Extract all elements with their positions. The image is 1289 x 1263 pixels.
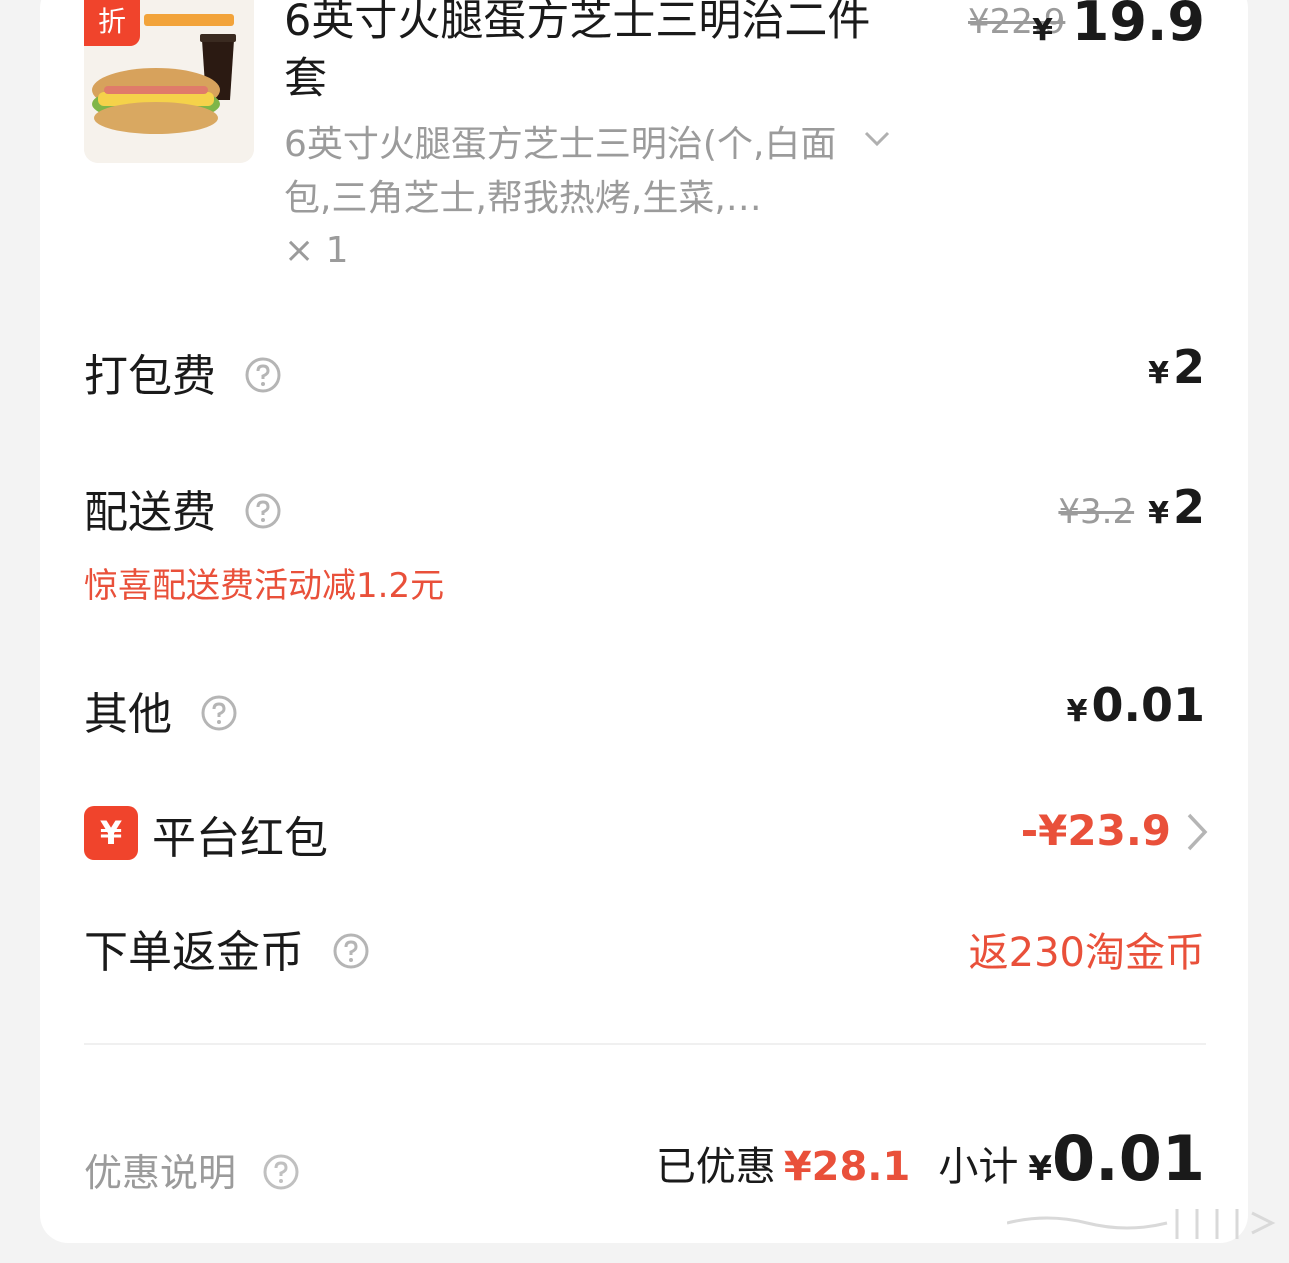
product-spec[interactable]: 6英寸火腿蛋方芝士三明治(个,白面包,三角芝士,帮我热烤,生菜,…: [284, 118, 864, 226]
subtotal-value: 0.01: [1052, 1122, 1205, 1195]
delivery-fee-amount: 2: [1172, 480, 1205, 534]
chevron-right-icon[interactable]: [1184, 810, 1210, 854]
red-packet-label[interactable]: 平台红包: [152, 802, 328, 866]
currency-symbol: ¥: [1032, 13, 1053, 48]
red-packet-value[interactable]: -¥23.9: [1021, 806, 1171, 855]
help-circle-icon[interactable]: [244, 492, 282, 530]
chevron-down-icon[interactable]: [862, 126, 892, 152]
help-circle-icon[interactable]: [262, 1153, 300, 1191]
product-price-value: 19.9: [1071, 0, 1205, 53]
other-fee-row: 其他: [84, 678, 238, 742]
discount-explanation-label: 优惠说明: [84, 1151, 237, 1195]
delivery-promo-note: 惊喜配送费活动减1.2元: [84, 566, 445, 606]
currency-symbol: ¥: [1148, 356, 1169, 391]
saved-label: 已优惠: [655, 1144, 776, 1190]
subtotal-summary: 已优惠 ¥28.1 小计 ¥0.01: [656, 1122, 1205, 1195]
other-fee-value: ¥0.01: [1067, 678, 1205, 732]
product-price: ¥ 19.9: [1032, 0, 1205, 53]
delivery-fee-label: 配送费: [84, 487, 216, 538]
watermark-lines-icon: [1007, 1209, 1276, 1239]
delivery-fee-row: 配送费: [84, 476, 282, 540]
red-packet-icon: ¥: [84, 806, 138, 860]
discount-explanation[interactable]: 优惠说明: [84, 1142, 300, 1197]
help-circle-icon[interactable]: [332, 932, 370, 970]
product-title[interactable]: 6英寸火腿蛋方芝士三明治二件套: [284, 0, 904, 108]
help-circle-icon[interactable]: [200, 694, 238, 732]
coins-row: 下单返金币: [84, 916, 370, 980]
saved-amount: ¥28.1: [783, 1144, 911, 1190]
subtotal-label: 小计: [938, 1144, 1019, 1190]
delivery-fee-original: ¥3.2: [1058, 492, 1135, 532]
packing-fee-row: 打包费: [84, 340, 282, 404]
other-fee-label: 其他: [84, 689, 172, 740]
product-quantity: × 1: [284, 230, 349, 271]
other-fee-amount: 0.01: [1091, 678, 1206, 732]
product-thumbnail[interactable]: 折: [84, 0, 254, 163]
help-circle-icon[interactable]: [244, 356, 282, 394]
packing-fee-label: 打包费: [84, 351, 216, 402]
packing-fee-value: ¥2: [1148, 340, 1205, 394]
packing-fee-amount: 2: [1172, 340, 1205, 394]
coins-value: 返230淘金币: [968, 930, 1205, 976]
delivery-fee-value: ¥3.2 ¥2: [1058, 480, 1205, 534]
currency-symbol: ¥: [1066, 694, 1088, 729]
currency-symbol: ¥: [1028, 1149, 1053, 1189]
discount-badge: 折: [84, 0, 140, 46]
currency-symbol: ¥: [1148, 496, 1169, 531]
divider: [84, 1043, 1206, 1045]
coins-label: 下单返金币: [84, 927, 304, 978]
